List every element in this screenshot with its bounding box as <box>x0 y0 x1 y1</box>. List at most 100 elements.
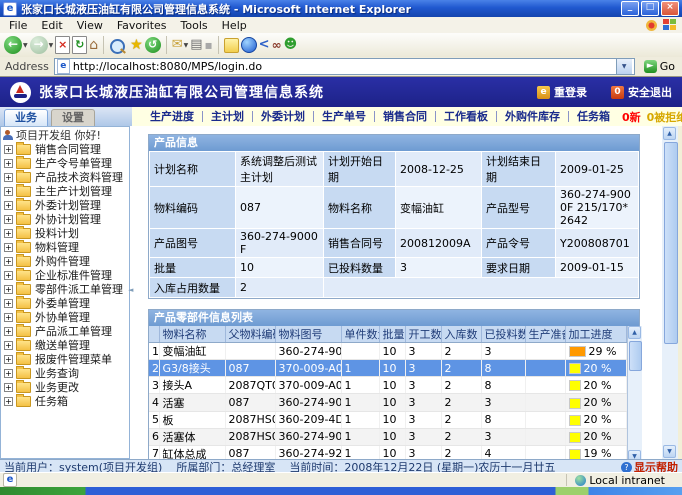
menu-file[interactable]: File <box>2 19 34 32</box>
sidebar-item-delivery-order[interactable]: +缴送单管理 <box>1 338 129 352</box>
sidebar-item-product-dispatch[interactable]: +产品派工单管理 <box>1 324 129 338</box>
expand-icon[interactable]: + <box>4 341 13 350</box>
col-parent-code[interactable]: 父物料编码 <box>225 326 275 343</box>
sidebar-item-feeding-plan[interactable]: +投料计划 <box>1 226 129 240</box>
expand-icon[interactable]: + <box>4 285 13 294</box>
expand-icon[interactable]: + <box>4 313 13 322</box>
scroll-down-icon[interactable]: ▼ <box>628 450 641 459</box>
address-input[interactable]: e http://localhost:8080/MPS/login.do ▼ <box>54 58 635 75</box>
parts-row[interactable]: 1变幅油缸360-274-9000F10323 29 % <box>149 343 627 360</box>
tab-business[interactable]: 业务 <box>4 109 48 126</box>
parts-row[interactable]: 6活塞体2087HS002360-274-9011W110323 20 % <box>149 428 627 445</box>
nav-outsourcing-plan[interactable]: 外委计划 <box>253 111 314 122</box>
maximize-button[interactable]: □ <box>641 1 659 16</box>
sidebar-item-standard-parts[interactable]: +企业标准件管理 <box>1 268 129 282</box>
address-dropdown-icon[interactable]: ▼ <box>616 59 632 74</box>
parts-row[interactable]: 5板2087HS002360-209-4D010110328 20 % <box>149 411 627 428</box>
badge-new-tasks[interactable]: 0新 <box>622 109 641 125</box>
col-prep[interactable]: 生产准备 <box>525 326 565 343</box>
menu-edit[interactable]: Edit <box>34 19 69 32</box>
home-button[interactable]: ⌂ <box>89 37 98 53</box>
scroll-thumb[interactable] <box>664 142 678 344</box>
close-button[interactable]: × <box>661 1 679 16</box>
sidebar-item-purchased-parts[interactable]: +外购件管理 <box>1 254 129 268</box>
scroll-up-icon[interactable]: ▲ <box>628 326 641 339</box>
messenger-button[interactable] <box>241 37 257 53</box>
mail-dropdown-icon[interactable]: ▼ <box>184 42 189 49</box>
nav-sales-contract[interactable]: 销售合同 <box>375 111 436 122</box>
edit-button[interactable]: ▪ <box>205 37 213 53</box>
show-help-button[interactable]: ? 显示帮助 <box>621 459 678 473</box>
relogin-button[interactable]: e 重登录 <box>523 84 587 100</box>
collapse-sidebar-icon[interactable]: ◄ <box>128 286 133 294</box>
scroll-thumb[interactable] <box>629 341 642 371</box>
discuss-button[interactable] <box>224 37 239 53</box>
parts-row[interactable]: 3接头A2087QT002370-009-A0850110328 20 % <box>149 377 627 394</box>
expand-icon[interactable]: + <box>4 327 13 336</box>
parts-row-selected[interactable]: 2G3/8接头087370-009-A0840110328 20 % <box>149 360 627 377</box>
tab-settings[interactable]: 设置 <box>51 109 95 126</box>
parts-row[interactable]: 7缸体总成087360-274-9200F110324 19 % <box>149 445 627 459</box>
nav-task-box[interactable]: 任务箱 <box>569 111 618 122</box>
sidebar-splitter[interactable]: ◄ <box>130 126 134 459</box>
sidebar-item-master-plan[interactable]: +主生产计划管理 <box>1 184 129 198</box>
col-fed[interactable]: 已投料数 <box>481 326 525 343</box>
col-batch[interactable]: 批量 <box>379 326 405 343</box>
col-started[interactable]: 开工数 <box>405 326 441 343</box>
windows-taskbar[interactable] <box>0 487 682 495</box>
menu-favorites[interactable]: Favorites <box>110 19 174 32</box>
expand-icon[interactable]: + <box>4 243 13 252</box>
expand-icon[interactable]: + <box>4 229 13 238</box>
buddy-button[interactable]: ☻ <box>284 37 298 53</box>
address-url[interactable]: http://localhost:8080/MPS/login.do <box>73 60 616 73</box>
sidebar-item-task-box[interactable]: +任务箱 <box>1 394 129 408</box>
expand-icon[interactable]: + <box>4 145 13 154</box>
expand-icon[interactable]: + <box>4 271 13 280</box>
sidebar-item-material-mgmt[interactable]: +物料管理 <box>1 240 129 254</box>
expand-icon[interactable]: + <box>4 215 13 224</box>
col-progress[interactable]: 加工进度 <box>565 326 627 343</box>
sidebar-item-external-plan[interactable]: +外协计划管理 <box>1 212 129 226</box>
print-button[interactable]: ▤ <box>190 37 202 53</box>
parts-vertical-scrollbar[interactable]: ▲ ▼ <box>627 326 642 459</box>
sidebar-item-business-query[interactable]: +业务查询 <box>1 366 129 380</box>
forward-dropdown-icon[interactable]: ▼ <box>49 42 54 49</box>
nav-purchased-stock[interactable]: 外购件库存 <box>497 111 569 122</box>
expand-icon[interactable]: + <box>4 187 13 196</box>
refresh-button[interactable]: ↻ <box>72 36 87 54</box>
sidebar-item-business-change[interactable]: +业务更改 <box>1 380 129 394</box>
main-vertical-scrollbar[interactable]: ▲ ▼ <box>662 126 678 459</box>
research-button[interactable]: ∞ <box>272 37 282 53</box>
nav-production-progress[interactable]: 生产进度 <box>142 111 203 122</box>
menu-help[interactable]: Help <box>215 19 254 32</box>
mail-button[interactable]: ✉▼ <box>172 37 189 53</box>
sidebar-item-tech-data[interactable]: +产品技术资料管理 <box>1 170 129 184</box>
sidebar-item-external-order[interactable]: +外协单管理 <box>1 310 129 324</box>
minimize-button[interactable]: _ <box>621 1 639 16</box>
sidebar-item-outsourcing-plan[interactable]: +外委计划管理 <box>1 198 129 212</box>
expand-icon[interactable]: + <box>4 383 13 392</box>
nav-production-order[interactable]: 生产单号 <box>314 111 375 122</box>
logout-button[interactable]: 0 安全退出 <box>597 84 672 100</box>
stop-button[interactable]: × <box>55 36 70 54</box>
col-material-name[interactable]: 物料名称 <box>159 326 225 343</box>
sidebar-item-part-dispatch[interactable]: +零部件派工单管理 <box>1 282 129 296</box>
menu-tools[interactable]: Tools <box>174 19 215 32</box>
expand-icon[interactable]: + <box>4 397 13 406</box>
sidebar-item-sales-contract[interactable]: +销售合同管理 <box>1 142 129 156</box>
history-button[interactable]: ↺ <box>145 37 161 53</box>
forward-button[interactable]: →▼ <box>30 36 54 54</box>
go-button[interactable]: ► Go <box>640 60 679 73</box>
sidebar-item-outsourcing-order[interactable]: +外委单管理 <box>1 296 129 310</box>
badge-rejected-tasks[interactable]: 0被拒绝 <box>647 109 682 125</box>
sidebar-item-scrap-mgmt[interactable]: +报废件管理菜单 <box>1 352 129 366</box>
download-tool-button[interactable]: < <box>259 37 270 53</box>
nav-work-board[interactable]: 工作看板 <box>436 111 497 122</box>
expand-icon[interactable]: + <box>4 257 13 266</box>
scroll-up-icon[interactable]: ▲ <box>663 127 676 140</box>
sidebar-item-prod-order[interactable]: +生产令号单管理 <box>1 156 129 170</box>
search-button[interactable] <box>109 37 128 54</box>
back-dropdown-icon[interactable]: ▼ <box>23 42 28 49</box>
parts-row[interactable]: 4活塞087360-274-9010F110323 20 % <box>149 394 627 411</box>
expand-icon[interactable]: + <box>4 159 13 168</box>
